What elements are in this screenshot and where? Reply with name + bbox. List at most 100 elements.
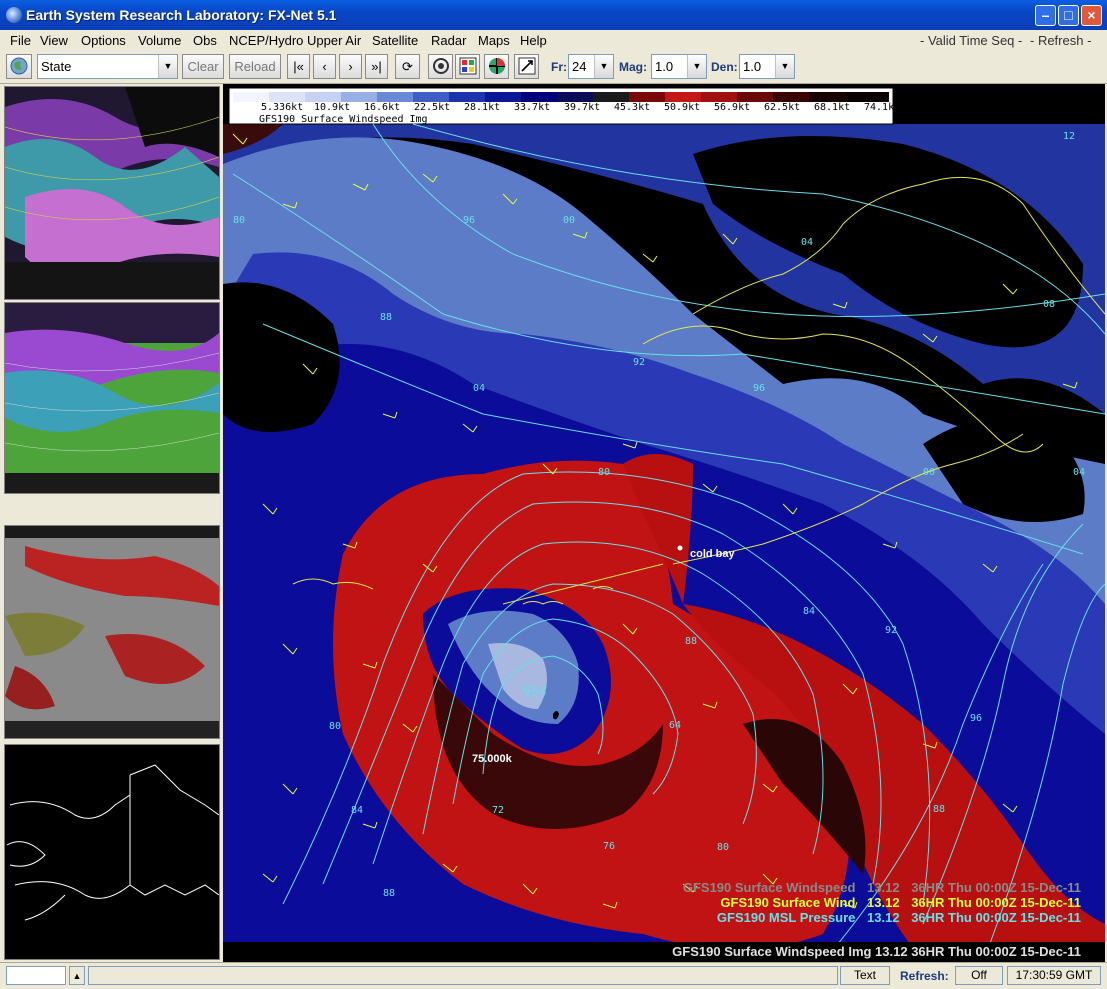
isobar-label: 00 — [923, 467, 935, 478]
app-globe-icon — [6, 7, 22, 23]
frame-count-value: 24 — [572, 59, 587, 74]
zoom-tool-button[interactable] — [514, 54, 539, 79]
palette-button[interactable] — [455, 54, 480, 79]
thumbnail-1-image — [5, 87, 219, 299]
map-display[interactable]: 5.336kt 10.9kt 16.6kt 22.5kt 28.1kt 33.7… — [223, 84, 1105, 962]
isobar-label: 88 — [933, 804, 945, 815]
product-line-pressure: GFS190 MSL Pressure 13.12 36HR Thu 00:00… — [717, 910, 1081, 925]
bottom-title: GFS190 Surface Windspeed Img 13.12 36HR … — [672, 944, 1081, 959]
zoom-tool-icon — [518, 57, 535, 75]
overlay-button[interactable] — [484, 54, 509, 79]
legend-label: 16.6kt — [364, 102, 400, 113]
isobar-label: 04 — [801, 237, 813, 248]
status-input[interactable] — [6, 966, 66, 985]
isobar-label: 96 — [970, 713, 982, 724]
prev-frame-icon: ‹ — [322, 59, 327, 74]
valid-time-seq-menu[interactable]: - Valid Time Seq - — [920, 33, 1022, 48]
isobar-label: 64 — [669, 720, 681, 731]
thumbnail-4-image — [5, 745, 219, 959]
legend-label: 10.9kt — [314, 102, 350, 113]
isobar-label: 80 — [598, 467, 610, 478]
product-info: GFS190 Surface Windspeed 13.12 36HR Thu … — [683, 880, 1081, 925]
menu-obs[interactable]: Obs — [193, 33, 217, 48]
isobar-label: 84 — [351, 805, 363, 816]
palette-icon — [459, 57, 476, 75]
thumbnail-panel — [2, 84, 220, 962]
menu-upper-air[interactable]: Upper Air — [307, 33, 361, 48]
frame-count-select[interactable]: 24 ▼ — [568, 54, 614, 79]
isobar-label: 80 — [329, 721, 341, 732]
isobar-label: 92 — [885, 625, 897, 636]
legend-label: 39.7kt — [564, 102, 600, 113]
frame-label: Fr: — [551, 60, 567, 74]
menu-options[interactable]: Options — [81, 33, 126, 48]
isobar-label: 88 — [685, 636, 697, 647]
legend-label: 74.1kt — [864, 102, 900, 113]
legend-label: 68.1kt — [814, 102, 850, 113]
loop-icon: ⟳ — [402, 59, 413, 74]
isobar-label: 76 — [603, 841, 615, 852]
prev-frame-button[interactable]: ‹ — [313, 54, 336, 79]
refresh-status-label: Refresh: — [900, 969, 949, 983]
animate-button[interactable] — [428, 54, 453, 79]
loop-button[interactable]: ⟳ — [395, 54, 420, 79]
isobar-label: 80 — [717, 842, 729, 853]
legend-label: 22.5kt — [414, 102, 450, 113]
minimize-button[interactable]: – — [1035, 5, 1056, 26]
clock-display: 17:30:59 GMT — [1007, 966, 1101, 985]
menu-maps[interactable]: Maps — [478, 33, 510, 48]
caret-up-icon: ▲ — [72, 971, 82, 981]
windspeed-legend: 5.336kt 10.9kt 16.6kt 22.5kt 28.1kt 33.7… — [228, 87, 900, 125]
magnification-select[interactable]: 1.0 ▼ — [651, 54, 707, 79]
globe-button[interactable] — [6, 54, 32, 79]
isobar-label: 12 — [1063, 131, 1075, 142]
next-frame-button[interactable]: › — [339, 54, 362, 79]
thumbnail-1[interactable] — [4, 86, 220, 300]
isobar-label: 80 — [233, 215, 245, 226]
cold-bay-marker-icon — [677, 545, 683, 551]
refresh-status-value[interactable]: Off — [955, 966, 1003, 985]
chevron-down-icon: ▼ — [775, 55, 794, 78]
density-select[interactable]: 1.0 ▼ — [739, 54, 795, 79]
menu-bar: File View Options Volume Obs NCEP/Hydro … — [0, 30, 1107, 51]
next-frame-icon: › — [348, 59, 353, 74]
menu-help[interactable]: Help — [520, 33, 547, 48]
thumbnail-4[interactable] — [4, 744, 220, 960]
menu-satellite[interactable]: Satellite — [372, 33, 418, 48]
product-line-windspeed: GFS190 Surface Windspeed 13.12 36HR Thu … — [683, 880, 1081, 895]
chevron-down-icon: ▼ — [594, 55, 613, 78]
isobar-label: 00 — [563, 215, 575, 226]
chevron-down-icon: ▼ — [687, 55, 706, 78]
first-frame-button[interactable]: |« — [287, 54, 310, 79]
overlay-icon — [488, 58, 505, 74]
refresh-menu[interactable]: - Refresh - — [1030, 33, 1091, 48]
menu-file[interactable]: File — [10, 33, 31, 48]
isobar-label: 72 — [492, 805, 504, 816]
status-toggle-button[interactable]: ▲ — [69, 966, 85, 985]
isobar-label: 04 — [473, 383, 485, 394]
thumbnail-3[interactable] — [4, 525, 220, 739]
reload-button[interactable]: Reload — [229, 54, 281, 79]
menu-view[interactable]: View — [40, 33, 68, 48]
product-line-wind: GFS190 Surface Wind 13.12 36HR Thu 00:00… — [720, 895, 1081, 910]
clear-button[interactable]: Clear — [182, 54, 224, 79]
maximize-button[interactable]: □ — [1058, 5, 1079, 26]
legend-label: 62.5kt — [764, 102, 800, 113]
text-button[interactable]: Text — [840, 966, 890, 985]
density-value: 1.0 — [743, 59, 762, 74]
scale-select[interactable]: State ▼ — [37, 54, 178, 79]
legend-label: 28.1kt — [464, 102, 500, 113]
menu-ncep-hydro[interactable]: NCEP/Hydro — [229, 33, 303, 48]
mag-label: Mag: — [619, 60, 647, 74]
title-bar[interactable]: Earth System Research Laboratory: FX-Net… — [0, 0, 1107, 30]
window-title: Earth System Research Laboratory: FX-Net… — [26, 7, 337, 23]
menu-radar[interactable]: Radar — [431, 33, 466, 48]
legend-label: 45.3kt — [614, 102, 650, 113]
max-wind-label: 75.000k — [472, 753, 513, 765]
thumbnail-2[interactable] — [4, 302, 220, 494]
last-frame-button[interactable]: »| — [365, 54, 388, 79]
menu-volume[interactable]: Volume — [138, 33, 181, 48]
isobar-label: 92 — [633, 357, 645, 368]
close-button[interactable]: × — [1081, 5, 1102, 26]
isobar-label: 88 — [380, 312, 392, 323]
